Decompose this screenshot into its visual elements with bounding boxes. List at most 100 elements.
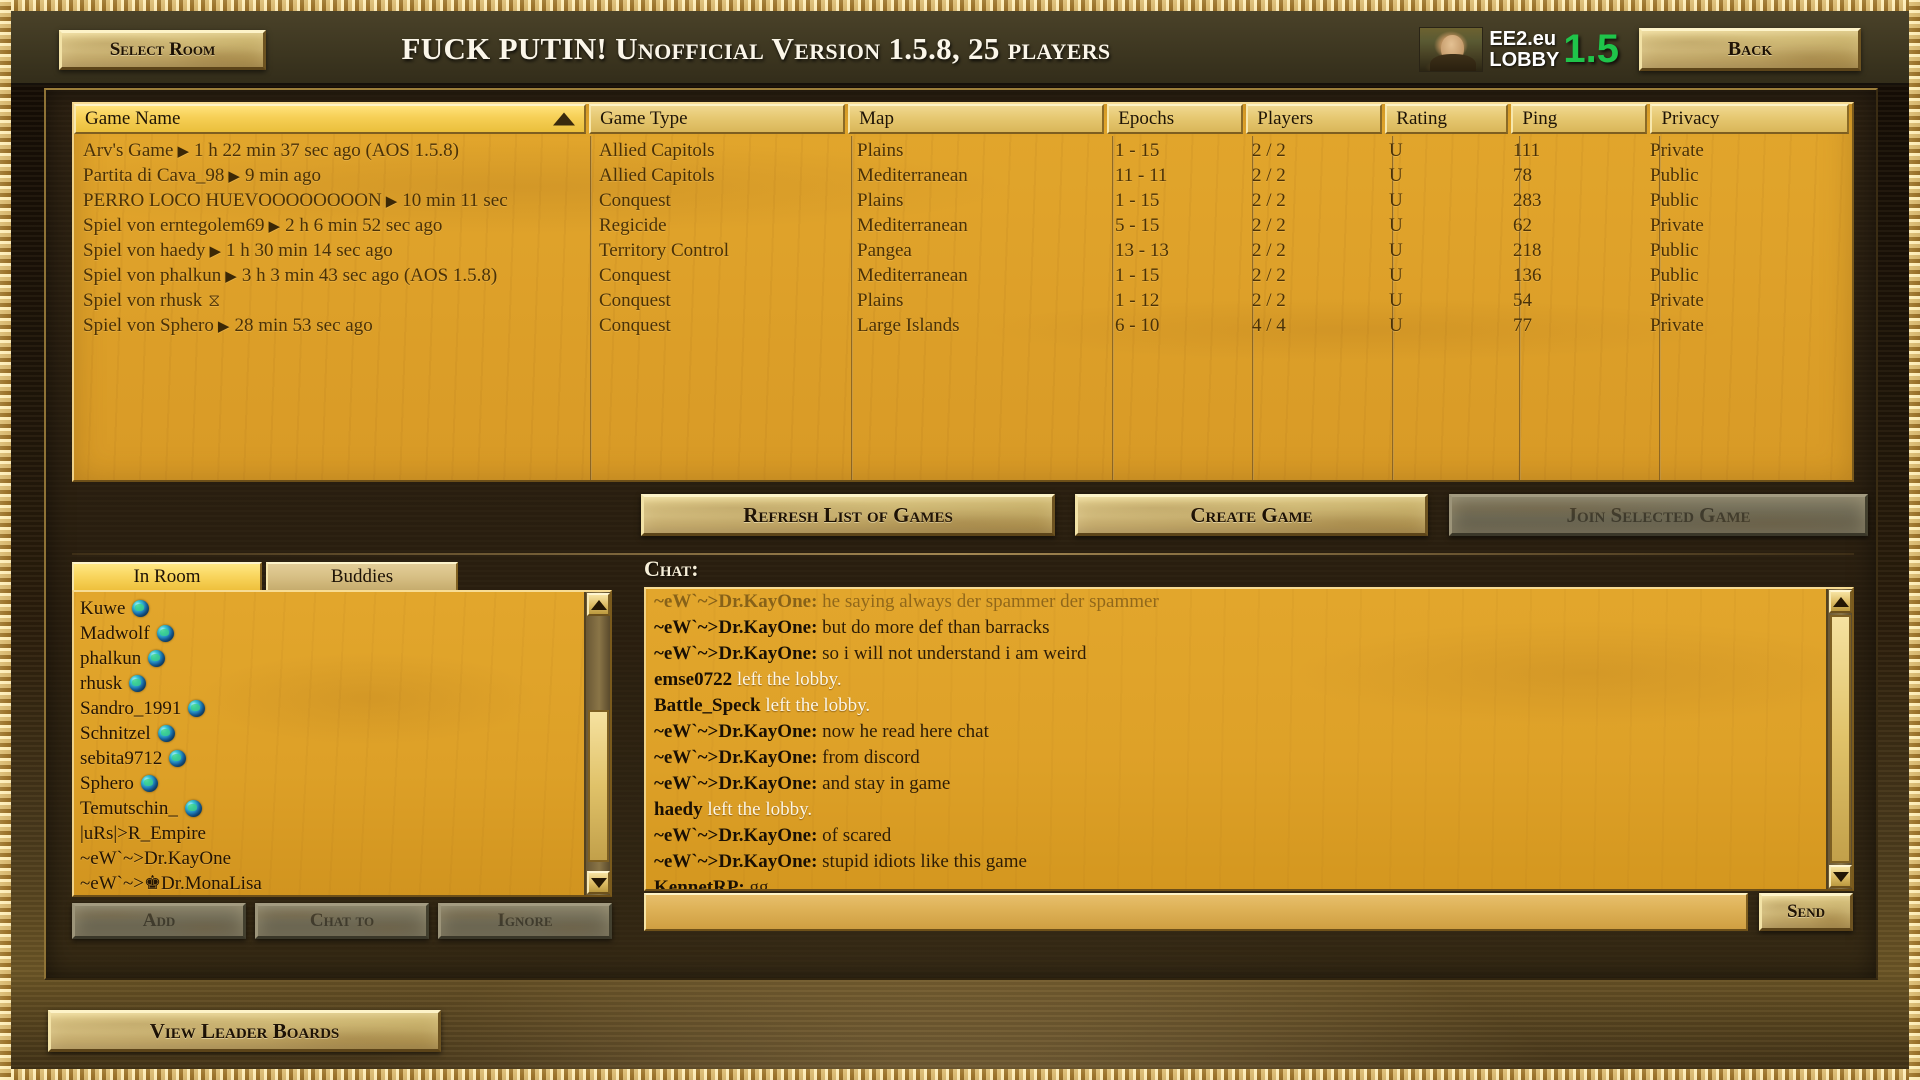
game-row[interactable]: Spiel von Sphero ▶ 28 min 53 sec ago Conque… — [74, 313, 1852, 338]
player-list-item[interactable]: rhusk — [80, 671, 610, 696]
column-header-ping[interactable]: Ping — [1511, 104, 1648, 134]
game-name-text: Spiel von haedy — [83, 239, 206, 261]
globe-icon — [156, 625, 174, 642]
player-name: Sandro_1991 — [80, 697, 182, 719]
chat-label: Chat: — [644, 556, 699, 581]
games-action-row: Refresh List of Games Create Game Join S… — [641, 494, 1868, 536]
cell-type: Conquest — [599, 314, 671, 336]
sort-ascending-icon — [553, 112, 576, 126]
play-icon: ▶ — [385, 193, 398, 210]
column-header-rating[interactable]: Rating — [1385, 104, 1509, 134]
chat-author: ~eW`~>Dr.KayOne: — [654, 643, 823, 664]
cell-ping: 111 — [1513, 139, 1541, 161]
game-row[interactable]: Arv's Game ▶ 1 h 22 min 37 sec ago (AOS 1.… — [74, 138, 1852, 163]
send-label: Send — [1786, 901, 1825, 922]
player-list-item[interactable]: Madwolf — [80, 621, 610, 646]
column-header-epochs[interactable]: Epochs — [1107, 104, 1244, 134]
cell-rating: U — [1389, 289, 1403, 311]
game-row[interactable]: PERRO LOCO HUEVOOOOOOOON ▶ 10 min 11 sec Co… — [74, 188, 1852, 213]
column-header-game-type[interactable]: Game Type — [589, 104, 846, 134]
player-list-item[interactable]: ~eW`~>Dr.KayOne — [80, 846, 610, 871]
game-row[interactable]: Spiel von rhusk ⧖ Conquest Plains 1 - 12 2 / … — [74, 288, 1852, 313]
logo-version-badge: 1.5 — [1563, 26, 1619, 71]
cell-type: Regicide — [599, 214, 667, 236]
chat-input[interactable] — [644, 893, 1748, 931]
games-table-body: Arv's Game ▶ 1 h 22 min 37 sec ago (AOS 1.… — [74, 134, 1852, 338]
cell-privacy: Public — [1650, 164, 1699, 186]
mona-lisa-icon — [1419, 27, 1484, 72]
player-list-item[interactable]: phalkun — [80, 646, 610, 671]
player-list-item[interactable]: Kuwe — [80, 596, 610, 621]
chat-to-label: Chat to — [309, 910, 375, 931]
chat-message: ~eW`~>Dr.KayOne: now he read here chat — [654, 721, 1852, 747]
game-age-text: 9 min ago — [244, 164, 321, 186]
cell-players: 2 / 2 — [1252, 164, 1286, 186]
cell-map: Mediterranean — [857, 214, 968, 236]
page-title: FUCK PUTIN! Unofficial Version 1.5.8, 25… — [401, 31, 1111, 66]
chat-text: of scared — [822, 825, 892, 846]
globe-icon — [188, 700, 206, 717]
chat-message: haedy left the lobby. — [654, 799, 1852, 825]
cell-epochs: 5 - 15 — [1115, 214, 1160, 236]
send-button[interactable]: Send — [1759, 893, 1853, 931]
column-header-map[interactable]: Map — [848, 104, 1105, 134]
play-icon: ▶ — [228, 168, 240, 185]
player-list-item[interactable]: Sandro_1991 — [80, 696, 610, 721]
chat-text: gg — [749, 877, 769, 891]
cell-ping: 54 — [1513, 289, 1532, 311]
player-name: Sphero — [80, 772, 134, 794]
cell-epochs: 1 - 15 — [1115, 264, 1160, 286]
add-label: Add — [142, 910, 176, 931]
game-row[interactable]: Spiel von haedy ▶ 1 h 30 min 14 sec ago Ter… — [74, 238, 1852, 263]
chat-author: ~eW`~>Dr.KayOne: — [654, 825, 823, 846]
column-header-game-name[interactable]: Game Name — [74, 104, 587, 134]
cell-ping: 77 — [1513, 314, 1532, 336]
player-list-item[interactable]: |uRs|>R_Empire — [80, 821, 610, 846]
chat-author: ~eW`~>Dr.KayOne: — [654, 591, 823, 612]
select-room-button[interactable]: Select Room — [59, 30, 266, 70]
section-divider — [72, 553, 1854, 555]
chat-text: he saying always der spammer der spammer — [822, 591, 1159, 612]
column-header-privacy[interactable]: Privacy — [1650, 104, 1849, 134]
game-row[interactable]: Spiel von phalkun ▶ 3 h 3 min 43 sec ago (… — [74, 263, 1852, 288]
chat-author: ~eW`~>Dr.KayOne: — [654, 747, 823, 768]
cell-name: Spiel von rhusk ⧖ — [74, 290, 590, 312]
chat-panel: Chat: ~eW`~>Dr.KayOne: he saying always … — [644, 556, 1854, 962]
player-list-item[interactable]: Sphero — [80, 771, 610, 796]
player-list[interactable]: Kuwe Madwolf phalkun rhusk Sandro_1991 Schnit… — [72, 590, 612, 897]
chat-message-list[interactable]: ~eW`~>Dr.KayOne: he saying always der sp… — [644, 587, 1854, 891]
play-icon: ▶ — [209, 243, 221, 260]
game-age-text: 28 min 53 sec ago — [234, 314, 373, 336]
cell-privacy: Public — [1650, 189, 1699, 211]
create-game-button[interactable]: Create Game — [1075, 494, 1428, 536]
game-name-text: Spiel von Sphero — [83, 314, 214, 336]
game-row[interactable]: Spiel von erntegolem69 ▶ 2 h 6 min 52 sec … — [74, 213, 1852, 238]
view-leader-boards-button[interactable]: View Leader Boards — [48, 1010, 441, 1052]
chat-author: ~eW`~>Dr.KayOne: — [654, 617, 823, 638]
cell-epochs: 1 - 12 — [1115, 289, 1160, 311]
cell-epochs: 6 - 10 — [1115, 314, 1160, 336]
column-header-players[interactable]: Players — [1246, 104, 1383, 134]
chat-text: from discord — [822, 747, 920, 768]
tab-buddies[interactable]: Buddies — [266, 562, 458, 590]
globe-icon — [129, 675, 147, 692]
cell-name: Arv's Game ▶ 1 h 22 min 37 sec ago (AOS 1.… — [74, 140, 590, 162]
game-age-text: 3 h 3 min 43 sec ago (AOS 1.5.8) — [241, 264, 498, 286]
refresh-list-of-games-button[interactable]: Refresh List of Games — [641, 494, 1055, 536]
player-action-buttons: Add Chat to Ignore — [72, 903, 612, 939]
cell-map: Large Islands — [857, 314, 960, 336]
cell-ping: 136 — [1513, 264, 1542, 286]
frame-right-border — [1909, 0, 1920, 1080]
player-list-item[interactable]: Schnitzel — [80, 721, 610, 746]
tab-in-room-label: In Room — [133, 566, 201, 587]
tab-in-room[interactable]: In Room — [72, 562, 262, 590]
cell-rating: U — [1389, 239, 1403, 261]
game-row[interactable]: Partita di Cava_98 ▶ 9 min ago Allied Capit… — [74, 163, 1852, 188]
player-list-item[interactable]: Temutschin_ — [80, 796, 610, 821]
cell-epochs: 13 - 13 — [1115, 239, 1169, 261]
back-button[interactable]: Back — [1639, 28, 1861, 71]
ee2-lobby-logo: EE2.eu LOBBY 1.5 — [1419, 27, 1619, 72]
chat-text: stupid idiots like this game — [822, 851, 1027, 872]
player-list-item[interactable]: ~eW`~>♚Dr.MonaLisa — [80, 871, 610, 895]
player-list-item[interactable]: sebita9712 — [80, 746, 610, 771]
